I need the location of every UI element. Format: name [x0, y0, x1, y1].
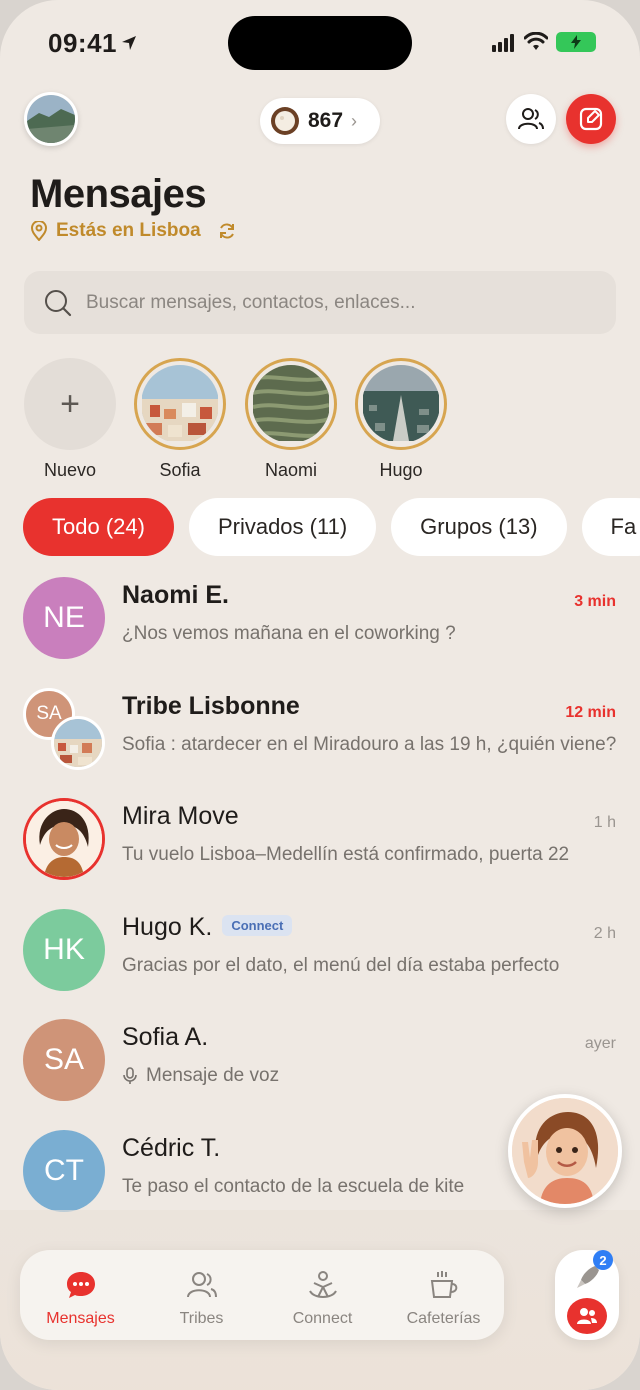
search-input[interactable] [86, 291, 566, 314]
city-aerial-photo-icon [363, 365, 439, 441]
conversation-preview: Mensaje de voz [122, 1065, 617, 1087]
conversation-row[interactable]: NE Naomi E. ¿Nos vemos mañana en el cowo… [0, 577, 640, 687]
conversation-row[interactable]: HK Hugo K. Connect Gracias por el dato, e… [0, 909, 640, 1019]
dynamic-island [228, 16, 412, 70]
conversation-preview: Te paso el contacto de la escuela de kit… [122, 1176, 465, 1197]
avatar: NE [23, 577, 105, 659]
story-name: Hugo [379, 460, 423, 480]
story-new[interactable]: + Nuevo [24, 358, 116, 481]
story-name: Sofia [159, 460, 201, 480]
tab-mensajes[interactable]: Mensajes [20, 1250, 141, 1340]
coffee-icon [430, 1271, 457, 1298]
chevron-right-icon: › [351, 110, 358, 131]
lisbon-photo-icon [54, 719, 102, 767]
search-icon [45, 289, 72, 316]
coins-balance-button[interactable]: 867 › [260, 98, 380, 144]
conversation-name: Mira Move [122, 802, 239, 830]
side-shortcut[interactable]: 2 [555, 1250, 619, 1340]
conversation-time: 12 min [565, 704, 616, 721]
coins-value: 867 [308, 109, 344, 132]
story-naomi[interactable]: Naomi [245, 358, 337, 481]
contacts-button[interactable] [506, 94, 556, 144]
chat-bubble-icon [66, 1272, 95, 1298]
avatar: HK [23, 909, 105, 991]
signal-icon [492, 34, 514, 52]
group-chat-button[interactable] [567, 1298, 607, 1334]
compose-button[interactable] [566, 94, 616, 144]
filter-groups[interactable]: Grupos (13) [391, 498, 567, 556]
group-avatar: SA [23, 688, 105, 770]
refresh-icon[interactable] [217, 221, 237, 241]
tab-label: Connect [292, 1310, 353, 1327]
terraces-photo-icon [252, 365, 330, 441]
people-icon [186, 1272, 217, 1298]
story-hugo[interactable]: Hugo [355, 358, 447, 481]
conversation-time: 2 h [593, 925, 616, 942]
search-bar[interactable] [24, 271, 616, 334]
conversation-name: Tribe Lisbonne [122, 692, 300, 720]
edit-icon [579, 107, 603, 131]
conversation-name: Naomi E. [122, 581, 229, 609]
conversation-preview: ¿Nos vemos mañana en el coworking ? [122, 623, 456, 644]
tab-bar: Mensajes Tribes Connect Cafeterías [20, 1250, 504, 1340]
connect-badge: Connect [222, 914, 293, 936]
tab-connect[interactable]: Connect [262, 1250, 383, 1340]
filter-all[interactable]: Todo (24) [23, 498, 174, 556]
lisbon-photo-icon [142, 365, 218, 441]
conversation-preview: Gracias por el dato, el menú del día est… [122, 955, 560, 976]
conversation-name: Cédric T. [122, 1134, 221, 1162]
people-icon [518, 108, 544, 130]
location-label: Estás en Lisboa [56, 220, 201, 241]
conversation-row[interactable]: Mira Move Tu vuelo Lisboa–Medellín está … [0, 798, 640, 908]
story-sofia[interactable]: Sofia [134, 358, 226, 481]
conversation-time: ayer [584, 1035, 616, 1052]
tab-tribes[interactable]: Tribes [141, 1250, 262, 1340]
avatar: CT [23, 1130, 105, 1212]
story-name: Naomi [264, 460, 317, 480]
location-indicator[interactable]: Estás en Lisboa [30, 220, 237, 242]
assistant-character-icon [512, 1098, 618, 1204]
avatar: SA [23, 1019, 105, 1101]
group-photo [51, 716, 105, 770]
tab-label: Tribes [179, 1310, 224, 1327]
wifi-icon [524, 32, 548, 50]
filter-private[interactable]: Privados (11) [188, 498, 377, 556]
tab-cafeterias[interactable]: Cafeterías [383, 1250, 504, 1340]
tab-label: Mensajes [46, 1310, 115, 1327]
plus-icon: + [24, 358, 116, 450]
story-new-label: Nuevo [43, 460, 97, 480]
conversation-time: 3 min [574, 593, 616, 610]
connect-icon [308, 1271, 337, 1298]
map-pin-icon [30, 221, 48, 241]
filter-favorites[interactable]: Fa [581, 498, 640, 556]
microphone-icon [123, 1067, 137, 1084]
phone-screen: 09:41 867 › Mensajes Estás en Lisboa Bus… [0, 0, 640, 1390]
avatar [23, 798, 105, 880]
notification-badge: 2 [593, 1250, 613, 1270]
coconut-icon [271, 107, 299, 135]
mira-character-icon [26, 801, 102, 877]
conversation-name-text: Hugo K. [122, 913, 213, 941]
conversation-name: Sofia A. [122, 1023, 209, 1051]
conversation-preview: Sofia : atardecer en el Miradouro a las … [122, 734, 617, 755]
assistant-avatar-button[interactable] [508, 1094, 622, 1208]
landscape-photo-icon [27, 95, 75, 143]
people-icon [577, 1308, 597, 1324]
conversation-row[interactable]: SA Tribe Lisbonne Sofia : atardecer en e… [0, 688, 640, 798]
filter-chips: Todo (24) Privados (11) Grupos (13) Fa [23, 498, 640, 556]
conversation-preview: Tu vuelo Lisboa–Medellín está confirmado… [122, 844, 570, 865]
page-title: Mensajes [30, 172, 207, 216]
battery-icon [556, 32, 596, 52]
tab-label: Cafeterías [406, 1310, 481, 1327]
location-arrow-icon [122, 36, 136, 50]
voice-message-label: Mensaje de voz [146, 1065, 280, 1086]
conversation-time: 1 h [593, 814, 616, 831]
status-bar: 09:41 [0, 0, 640, 88]
profile-avatar[interactable] [24, 92, 78, 146]
conversation-name: Hugo K. Connect [122, 913, 293, 942]
status-time: 09:41 [48, 28, 117, 58]
